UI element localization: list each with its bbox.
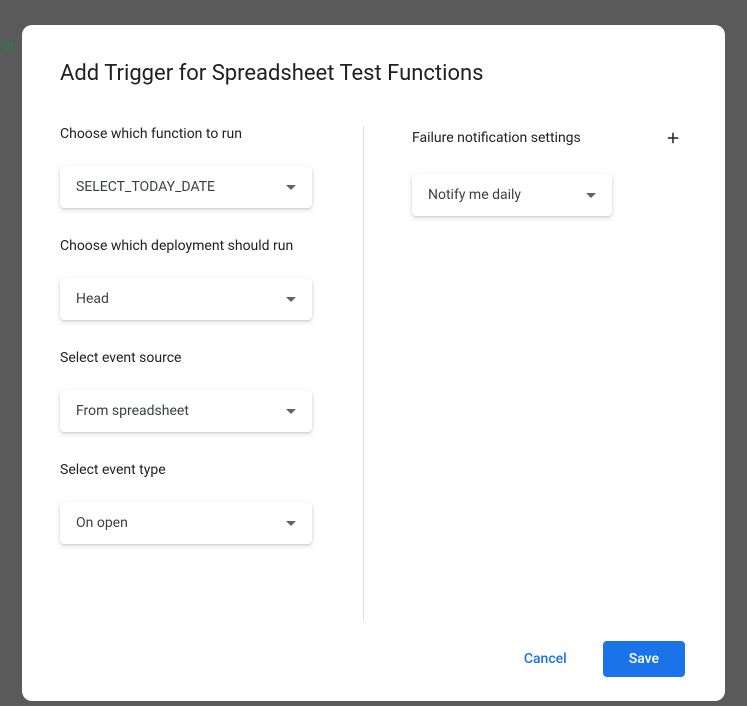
caret-down-icon bbox=[286, 185, 296, 190]
event-type-label: Select event type bbox=[60, 462, 333, 478]
caret-down-icon bbox=[286, 409, 296, 414]
field-function: Choose which function to run SELECT_TODA… bbox=[60, 126, 333, 208]
deployment-dropdown[interactable]: Head bbox=[60, 278, 312, 320]
add-notification-icon[interactable] bbox=[661, 126, 685, 150]
left-column: Choose which function to run SELECT_TODA… bbox=[60, 126, 363, 621]
modal-content: Choose which function to run SELECT_TODA… bbox=[60, 126, 685, 621]
add-trigger-modal: Add Trigger for Spreadsheet Test Functio… bbox=[22, 25, 725, 701]
event-source-label: Select event source bbox=[60, 350, 333, 366]
save-button[interactable]: Save bbox=[603, 641, 685, 677]
function-dropdown-value: SELECT_TODAY_DATE bbox=[76, 179, 215, 195]
failure-label: Failure notification settings bbox=[412, 130, 581, 146]
failure-label-row: Failure notification settings bbox=[412, 126, 685, 150]
event-source-dropdown[interactable]: From spreadsheet bbox=[60, 390, 312, 432]
caret-down-icon bbox=[286, 297, 296, 302]
function-dropdown[interactable]: SELECT_TODAY_DATE bbox=[60, 166, 312, 208]
modal-title: Add Trigger for Spreadsheet Test Functio… bbox=[60, 61, 685, 86]
right-column: Failure notification settings Notify me … bbox=[363, 126, 685, 621]
field-event-type: Select event type On open bbox=[60, 462, 333, 544]
backdrop-partial-text: or bbox=[0, 38, 15, 54]
function-label: Choose which function to run bbox=[60, 126, 333, 142]
field-failure-notification: Failure notification settings Notify me … bbox=[412, 126, 685, 216]
event-source-dropdown-value: From spreadsheet bbox=[76, 403, 189, 419]
modal-footer: Cancel Save bbox=[60, 621, 685, 677]
field-deployment: Choose which deployment should run Head bbox=[60, 238, 333, 320]
failure-dropdown-value: Notify me daily bbox=[428, 187, 521, 203]
cancel-button[interactable]: Cancel bbox=[508, 641, 583, 677]
caret-down-icon bbox=[286, 521, 296, 526]
deployment-dropdown-value: Head bbox=[76, 291, 109, 307]
event-type-dropdown[interactable]: On open bbox=[60, 502, 312, 544]
failure-notification-dropdown[interactable]: Notify me daily bbox=[412, 174, 612, 216]
event-type-dropdown-value: On open bbox=[76, 515, 128, 531]
caret-down-icon bbox=[586, 193, 596, 198]
field-event-source: Select event source From spreadsheet bbox=[60, 350, 333, 432]
deployment-label: Choose which deployment should run bbox=[60, 238, 333, 254]
